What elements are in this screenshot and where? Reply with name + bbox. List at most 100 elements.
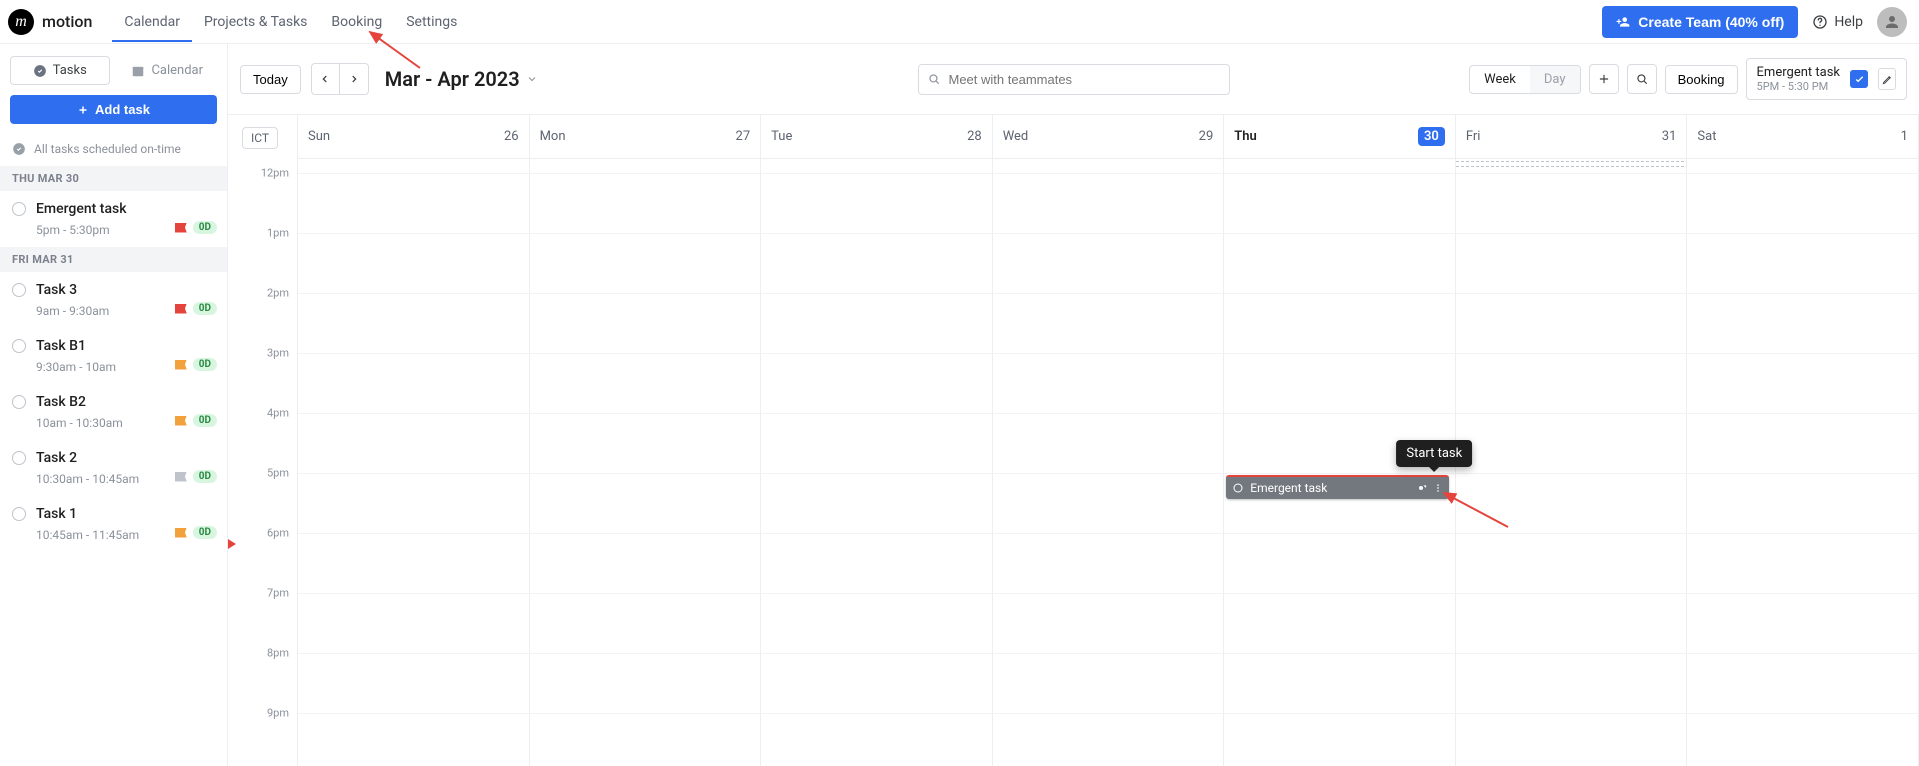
calendar-event[interactable]: Emergent task	[1226, 475, 1449, 499]
circle-icon[interactable]	[12, 395, 26, 409]
day-header: Sat1	[1687, 115, 1918, 159]
calendar-toolbar: Today Mar - Apr 2023 Week D	[228, 44, 1919, 115]
view-week[interactable]: Week	[1470, 66, 1530, 93]
create-team-button[interactable]: Create Team (40% off)	[1602, 6, 1798, 38]
help-link[interactable]: Help	[1812, 14, 1863, 30]
brand-name: motion	[42, 12, 92, 31]
hour-label: 7pm	[267, 587, 289, 600]
circle-icon[interactable]	[12, 451, 26, 465]
day-header: Mon27	[530, 115, 761, 159]
time-gutter: ICT 12pm 1pm 2pm 3pm 4pm 5pm 6pm 7pm 8pm 9pm	[228, 115, 298, 766]
flag-icon	[175, 416, 187, 426]
view-day[interactable]: Day	[1530, 66, 1580, 93]
gear-icon[interactable]	[1415, 482, 1427, 494]
card-complete-button[interactable]	[1850, 70, 1868, 88]
view-switch: Week Day	[1469, 65, 1580, 94]
calendar-grid: ICT 12pm 1pm 2pm 3pm 4pm 5pm 6pm 7pm 8pm 9pm Sun2…	[228, 115, 1919, 766]
hour-label: 3pm	[267, 347, 289, 360]
now-indicator	[228, 539, 236, 549]
hour-label: 5pm	[267, 467, 289, 480]
circle-icon[interactable]	[12, 507, 26, 521]
task-item[interactable]: Task 3 9am - 9:30am 0D	[0, 272, 227, 328]
search-button[interactable]	[1627, 64, 1657, 94]
help-icon	[1812, 14, 1828, 30]
sidebar-toggle-calendar[interactable]: Calendar	[118, 56, 218, 85]
hour-label: 12pm	[261, 167, 289, 180]
card-subtitle: 5PM - 5:30 PM	[1757, 80, 1840, 93]
date-range-label[interactable]: Mar - Apr 2023	[385, 67, 538, 91]
search-wrap	[918, 64, 1230, 95]
hour-label: 6pm	[267, 527, 289, 540]
day-column[interactable]: Wed29	[993, 115, 1225, 766]
check-circle-icon	[33, 64, 47, 78]
day-column[interactable]: Mon27	[530, 115, 762, 766]
nav-projects-tasks[interactable]: Projects & Tasks	[192, 2, 319, 42]
app-logo: m	[8, 9, 34, 35]
circle-icon[interactable]	[12, 339, 26, 353]
hour-label: 9pm	[267, 707, 289, 720]
task-group-header: FRI MAR 31	[0, 247, 227, 272]
task-item[interactable]: Task 1 10:45am - 11:45am 0D	[0, 496, 227, 552]
prev-week-button[interactable]	[312, 64, 340, 94]
main-area: Tasks Calendar Add task All tasks schedu…	[0, 44, 1919, 766]
flag-icon	[175, 304, 187, 314]
schedule-status: All tasks scheduled on-time	[0, 134, 227, 166]
date-arrows	[311, 63, 369, 95]
day-column[interactable]: Fri31	[1456, 115, 1688, 766]
day-header: Tue28	[761, 115, 992, 159]
selected-task-card[interactable]: Emergent task 5PM - 5:30 PM	[1746, 58, 1907, 100]
circle-icon[interactable]	[12, 283, 26, 297]
chevron-down-icon	[526, 73, 538, 85]
create-team-label: Create Team (40% off)	[1638, 14, 1784, 30]
card-edit-button[interactable]	[1878, 68, 1896, 90]
badge-0d: 0D	[193, 221, 217, 234]
flag-icon	[175, 528, 187, 538]
day-column[interactable]: Tue28	[761, 115, 993, 766]
day-header: Thu30	[1224, 115, 1455, 159]
sidebar: Tasks Calendar Add task All tasks schedu…	[0, 44, 228, 766]
user-icon	[1883, 13, 1901, 31]
flag-icon	[175, 223, 187, 233]
user-avatar[interactable]	[1877, 7, 1907, 37]
nav-booking[interactable]: Booking	[319, 2, 394, 42]
next-week-button[interactable]	[340, 64, 368, 94]
search-icon	[927, 72, 941, 86]
timezone-badge[interactable]: ICT	[242, 127, 278, 149]
tooltip-start-task: Start task	[1396, 440, 1472, 467]
day-header: Fri31	[1456, 115, 1687, 159]
flag-icon	[175, 360, 187, 370]
task-item[interactable]: Task B2 10am - 10:30am 0D	[0, 384, 227, 440]
day-header: Wed29	[993, 115, 1224, 159]
calendar-icon	[131, 64, 145, 78]
task-item[interactable]: Emergent task 5pm - 5:30pm 0D	[0, 191, 227, 247]
calendar-columns: Sun26Mon27Tue28Wed29Thu30 Emergent task Fr…	[298, 115, 1919, 766]
day-column[interactable]: Sat1	[1687, 115, 1919, 766]
flag-icon	[175, 472, 187, 482]
task-group-header: THU MAR 30	[0, 166, 227, 191]
hour-label: 2pm	[267, 287, 289, 300]
add-task-button[interactable]: Add task	[10, 95, 217, 124]
day-column[interactable]: Sun26	[298, 115, 530, 766]
search-icon	[1635, 72, 1649, 86]
today-button[interactable]: Today	[240, 65, 301, 94]
search-input[interactable]	[918, 64, 1230, 95]
circle-icon	[1232, 482, 1244, 494]
chevron-right-icon	[349, 74, 359, 84]
more-icon[interactable]	[1433, 481, 1443, 495]
booking-button[interactable]: Booking	[1665, 65, 1738, 94]
add-button[interactable]	[1589, 64, 1619, 94]
task-item[interactable]: Task 2 10:30am - 10:45am 0D	[0, 440, 227, 496]
day-header: Sun26	[298, 115, 529, 159]
hour-label: 8pm	[267, 647, 289, 660]
hour-label: 1pm	[267, 227, 289, 240]
circle-icon[interactable]	[12, 202, 26, 216]
plus-icon	[77, 104, 89, 116]
sidebar-toggle-tasks[interactable]: Tasks	[10, 56, 110, 85]
pencil-icon	[1882, 74, 1893, 85]
hour-label: 4pm	[267, 407, 289, 420]
nav-settings[interactable]: Settings	[394, 2, 469, 42]
check-circle-icon	[12, 142, 26, 156]
task-item[interactable]: Task B1 9:30am - 10am 0D	[0, 328, 227, 384]
sidebar-toggle: Tasks Calendar	[0, 44, 227, 95]
nav-calendar[interactable]: Calendar	[112, 2, 192, 42]
